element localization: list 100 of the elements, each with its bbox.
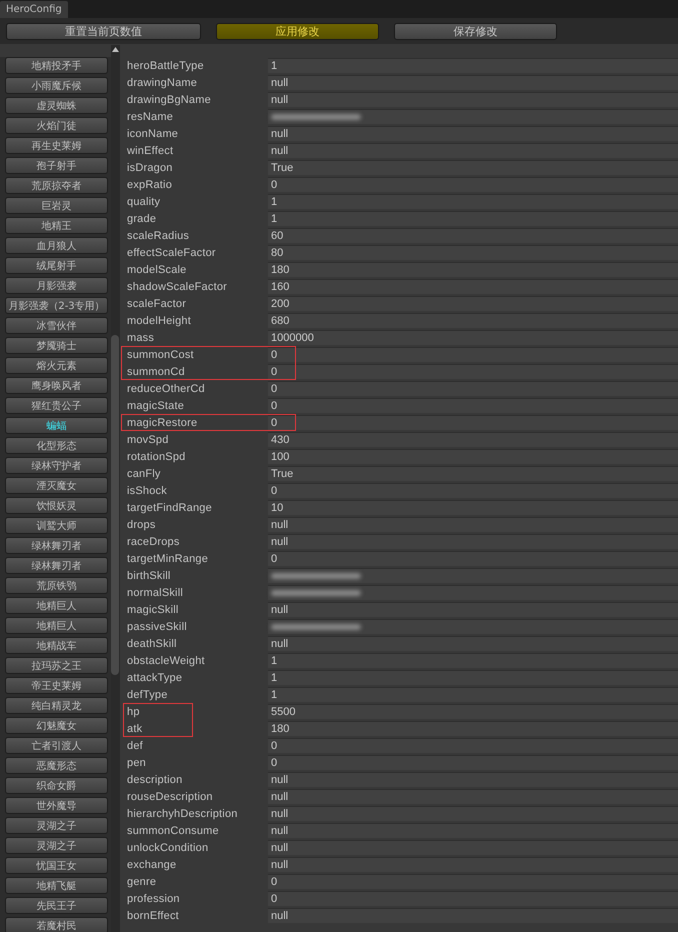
property-value-field[interactable] <box>268 568 678 583</box>
hero-list-item[interactable]: 血月狼人 <box>5 237 108 254</box>
property-value-field[interactable] <box>268 619 678 634</box>
property-value-field[interactable]: 0 <box>268 755 678 770</box>
property-value-field[interactable]: 1 <box>268 211 678 226</box>
hero-list-item[interactable]: 湮灭魔女 <box>5 477 108 494</box>
property-value-field[interactable]: 5500 <box>268 704 678 719</box>
property-value-field[interactable]: True <box>268 466 678 481</box>
hero-list-item[interactable]: 绿林守护者 <box>5 457 108 474</box>
hero-list-item[interactable]: 拉玛苏之王 <box>5 657 108 674</box>
window-tab[interactable]: HeroConfig <box>0 1 68 18</box>
hero-list-item[interactable]: 梦魇骑士 <box>5 337 108 354</box>
hero-list-item[interactable]: 绒尾射手 <box>5 257 108 274</box>
hero-list-item[interactable]: 荒原铁鸮 <box>5 577 108 594</box>
hero-list-item[interactable]: 化型形态 <box>5 437 108 454</box>
hero-list-item[interactable]: 月影强袭 <box>5 277 108 294</box>
property-value-field[interactable]: null <box>268 143 678 158</box>
property-value-field[interactable]: null <box>268 806 678 821</box>
property-value-field[interactable]: 180 <box>268 721 678 736</box>
property-value-field[interactable]: null <box>268 75 678 90</box>
property-value-field[interactable]: null <box>268 517 678 532</box>
property-value-field[interactable]: null <box>268 92 678 107</box>
property-value-field[interactable]: 1 <box>268 653 678 668</box>
property-value-field[interactable]: 100 <box>268 449 678 464</box>
property-value-field[interactable]: 0 <box>268 177 678 192</box>
hero-list-item[interactable]: 绿林舞刃者 <box>5 557 108 574</box>
hero-list-item[interactable]: 火焰门徒 <box>5 117 108 134</box>
property-value-field[interactable]: 0 <box>268 891 678 906</box>
hero-list-item[interactable]: 荒原掠夺者 <box>5 177 108 194</box>
hero-list-item[interactable]: 恶魔形态 <box>5 757 108 774</box>
hero-list-item[interactable]: 蝙蝠 <box>5 417 108 434</box>
hero-list-item[interactable]: 虚灵蜘蛛 <box>5 97 108 114</box>
property-value-field[interactable]: null <box>268 602 678 617</box>
property-value-field[interactable]: null <box>268 534 678 549</box>
hero-list-item[interactable]: 帝王史莱姆 <box>5 677 108 694</box>
hero-list-item[interactable]: 小雨魔斥候 <box>5 77 108 94</box>
property-value-field[interactable] <box>268 585 678 600</box>
hero-list-item[interactable]: 织命女爵 <box>5 777 108 794</box>
hero-list-item[interactable]: 世外魔导 <box>5 797 108 814</box>
property-value-field[interactable]: 1 <box>268 58 678 73</box>
hero-list-item[interactable]: 孢子射手 <box>5 157 108 174</box>
hero-list-item[interactable]: 鹰身唤风者 <box>5 377 108 394</box>
property-value-field[interactable]: null <box>268 857 678 872</box>
hero-list-item[interactable]: 地精飞艇 <box>5 877 108 894</box>
property-value-field[interactable]: 680 <box>268 313 678 328</box>
property-value-field[interactable]: 430 <box>268 432 678 447</box>
property-value-field[interactable]: null <box>268 908 678 923</box>
property-value-field[interactable]: 1 <box>268 194 678 209</box>
property-value-field[interactable]: 60 <box>268 228 678 243</box>
property-value-field[interactable]: 1 <box>268 670 678 685</box>
property-value-field[interactable]: 160 <box>268 279 678 294</box>
property-value-field[interactable]: 180 <box>268 262 678 277</box>
hero-list-item[interactable]: 亡者引渡人 <box>5 737 108 754</box>
toolbar-button[interactable]: 重置当前页数值 <box>6 22 201 40</box>
hero-list-item[interactable]: 地精战车 <box>5 637 108 654</box>
hero-list-item[interactable]: 巨岩灵 <box>5 197 108 214</box>
property-value-field[interactable]: 10 <box>268 500 678 515</box>
hero-list-item[interactable]: 猩红贵公子 <box>5 397 108 414</box>
property-value-field[interactable]: null <box>268 126 678 141</box>
property-value-field[interactable]: 0 <box>268 398 678 413</box>
property-value-field[interactable]: 0 <box>268 483 678 498</box>
property-value-field[interactable]: 0 <box>268 415 678 430</box>
hero-list-item[interactable]: 灵湖之子 <box>5 817 108 834</box>
hero-list-item[interactable]: 熔火元素 <box>5 357 108 374</box>
hero-list-item[interactable]: 先民王子 <box>5 897 108 914</box>
scroll-up-arrow-icon[interactable] <box>112 47 120 52</box>
hero-list-item[interactable]: 幻魅魔女 <box>5 717 108 734</box>
property-value-field[interactable]: 1 <box>268 687 678 702</box>
hero-list-item[interactable]: 灵湖之子 <box>5 837 108 854</box>
hero-list-item[interactable]: 地精投矛手 <box>5 57 108 74</box>
property-value-field[interactable]: 1000000 <box>268 330 678 345</box>
property-value-field[interactable]: null <box>268 789 678 804</box>
hero-list-item[interactable]: 忧国王女 <box>5 857 108 874</box>
property-value-field[interactable] <box>268 109 678 124</box>
property-value-field[interactable]: 200 <box>268 296 678 311</box>
property-value-field[interactable]: null <box>268 823 678 838</box>
hero-list-item[interactable]: 绿林舞刃者 <box>5 537 108 554</box>
hero-list-item[interactable]: 再生史莱姆 <box>5 137 108 154</box>
hero-list-item[interactable]: 饮恨妖灵 <box>5 497 108 514</box>
hero-list-item[interactable]: 训鹫大师 <box>5 517 108 534</box>
property-value-field[interactable]: True <box>268 160 678 175</box>
scrollbar-thumb[interactable] <box>111 335 120 675</box>
hero-list-item[interactable]: 月影强袭（2-3专用） <box>5 297 108 314</box>
property-value-field[interactable]: 0 <box>268 381 678 396</box>
property-value-field[interactable]: null <box>268 772 678 787</box>
toolbar-button[interactable]: 应用修改 <box>216 22 379 40</box>
hero-list-item[interactable]: 冰雪伙伴 <box>5 317 108 334</box>
property-value-field[interactable]: 80 <box>268 245 678 260</box>
hero-list-item[interactable]: 地精王 <box>5 217 108 234</box>
property-value-field[interactable]: 0 <box>268 347 678 362</box>
property-value-field[interactable]: 0 <box>268 874 678 889</box>
hero-list-item[interactable]: 纯白精灵龙 <box>5 697 108 714</box>
property-value-field[interactable]: 0 <box>268 738 678 753</box>
hero-list-item[interactable]: 地精巨人 <box>5 597 108 614</box>
toolbar-button[interactable]: 保存修改 <box>394 22 557 40</box>
property-value-field[interactable]: null <box>268 636 678 651</box>
property-value-field[interactable]: 0 <box>268 551 678 566</box>
hero-list-item[interactable]: 若魔村民 <box>5 917 108 932</box>
property-value-field[interactable]: null <box>268 840 678 855</box>
property-value-field[interactable]: 0 <box>268 364 678 379</box>
